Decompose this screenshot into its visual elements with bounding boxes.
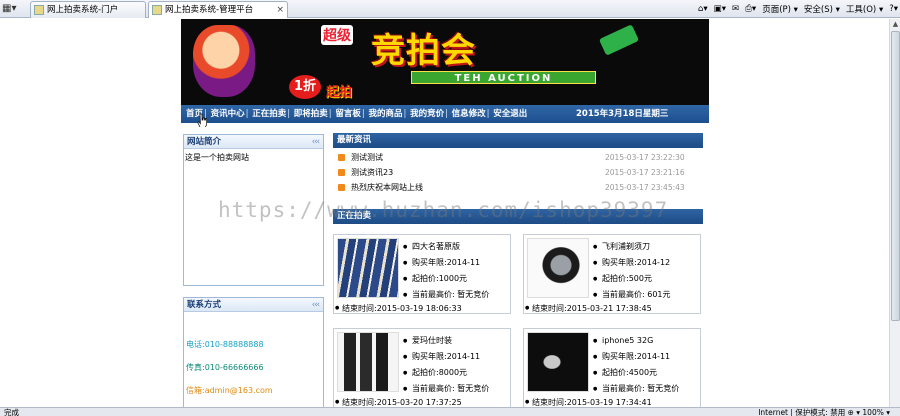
news-item[interactable]: 测试测试 2015-03-17 23:22:30 [333,150,703,165]
item-image[interactable] [337,238,399,298]
browser-tab-admin[interactable]: 网上拍卖系统-管理平台 × [148,1,288,18]
status-text: 完成 [4,408,19,416]
page-icon [152,5,162,15]
news-item[interactable]: 测试资讯23 2015-03-17 23:21:16 [333,165,703,180]
vertical-scrollbar[interactable]: ▲ [889,19,900,407]
item-current-price: 当前最高价: 暂无竞价 [403,287,489,303]
item-current-price: 当前最高价: 暂无竞价 [593,381,679,397]
watermark-text: https://www.huzhan.com/ishop39397 [218,198,669,222]
item-start-price: 起拍价:500元 [593,271,671,287]
intro-text: 这是一个拍卖网站 [185,153,249,162]
nav-message-board[interactable]: 留言板 [335,109,361,119]
item-start-price: 起拍价:8000元 [403,365,489,381]
contact-phone: 电话:010-88888888 [186,340,264,349]
banner-discount: 1折 [289,75,321,99]
arrow-bullet-icon [338,169,345,176]
news-item[interactable]: 热烈庆祝本网站上线 2015-03-17 23:45:43 [333,180,703,195]
contact-fax: 传真:010-66666666 [186,363,264,372]
browser-tab-portal[interactable]: 网上拍卖系统-门户 [30,1,146,18]
item-current-price: 当前最高价: 601元 [593,287,671,303]
banner-english: TEH AUCTION [411,71,596,84]
item-image[interactable] [337,332,399,392]
banner-title: 竞拍会 [371,31,476,71]
nav-my-bids[interactable]: 我的竞价 [410,109,444,119]
item-name[interactable]: 爱玛仕时装 [403,333,489,349]
main-nav: 首页| 资讯中心| 正在拍卖| 即将拍卖| 留言板| 我的商品| 我的竞价| 信… [181,105,709,123]
tab-label: 网上拍卖系统-门户 [47,5,119,15]
item-name[interactable]: 飞利浦剃须刀 [593,239,671,255]
auction-card[interactable]: iphone5 32G 购买年限:2014-11 起拍价:4500元 当前最高价… [523,328,701,408]
item-buy-year: 购买年限:2014-11 [403,255,489,271]
help-menu[interactable]: ?▾ [889,4,898,14]
auction-card[interactable]: 四大名著原版 购买年限:2014-11 起拍价:1000元 当前最高价: 暂无竞… [333,234,511,314]
item-buy-year: 购买年限:2014-11 [403,349,489,365]
item-buy-year: 购买年限:2014-12 [593,255,671,271]
gavel-icon [598,24,640,56]
auction-card[interactable]: 爱玛仕时装 购买年限:2014-11 起拍价:8000元 当前最高价: 暂无竞价… [333,328,511,408]
nav-upcoming[interactable]: 即将拍卖 [294,109,328,119]
feeds-icon[interactable]: ▣▾ [714,4,726,14]
banner-qipai: 起拍 [326,85,353,100]
news-item-title[interactable]: 热烈庆祝本网站上线 [351,183,423,192]
news-title: 最新资讯 [337,135,372,145]
tools-menu[interactable]: 工具(O) ▾ [846,3,883,15]
contact-email: 信箱:admin@163.com [186,386,273,395]
mail-icon[interactable]: ✉ [732,4,739,14]
item-end-time: 结束时间:2015-03-21 17:38:45 [524,303,652,314]
item-buy-year: 购买年限:2014-11 [593,349,679,365]
news-header: 最新资讯 [333,133,703,148]
item-name[interactable]: iphone5 32G [593,333,679,349]
item-image[interactable] [527,332,589,392]
quick-tabs-icon[interactable]: ▦▾ [2,2,28,16]
print-icon[interactable]: ⎙▾ [745,4,756,14]
nav-logout[interactable]: 安全退出 [493,109,527,119]
more-icon[interactable]: ‹‹‹ [312,298,320,312]
item-start-price: 起拍价:1000元 [403,271,489,287]
hand-cursor-icon [197,113,207,127]
news-list: 测试测试 2015-03-17 23:22:30 测试资讯23 2015-03-… [333,150,703,195]
command-bar: ⌂▾ ▣▾ ✉ ⎙▾ 页面(P) ▾ 安全(S) ▾ 工具(O) ▾ ?▾ [698,1,898,17]
home-icon[interactable]: ⌂▾ [698,4,708,14]
page-menu[interactable]: 页面(P) ▾ [762,3,798,15]
browser-tab-strip: ▦▾ 网上拍卖系统-门户 网上拍卖系统-管理平台 × ⌂▾ ▣▾ ✉ ⎙▾ 页面… [0,0,900,18]
item-name[interactable]: 四大名著原版 [403,239,489,255]
contact-title: 联系方式 [187,300,222,310]
safety-menu[interactable]: 安全(S) ▾ [804,3,840,15]
banner-super-text: 超级 [321,25,353,45]
news-item-title[interactable]: 测试测试 [351,153,383,162]
nav-my-items[interactable]: 我的商品 [368,109,402,119]
page-icon [34,5,44,15]
news-item-time: 2015-03-17 23:22:30 [605,153,685,162]
arrow-bullet-icon [338,184,345,191]
status-bar: 完成 Internet | 保护模式: 禁用 ⊕ ▾ 100% ▾ [0,407,900,416]
scroll-thumb[interactable] [891,31,900,321]
more-icon[interactable]: ‹‹‹ [312,135,320,149]
contact-header: 联系方式 ‹‹‹ [184,298,323,312]
item-start-price: 起拍价:4500元 [593,365,679,381]
scroll-up-icon[interactable]: ▲ [891,19,900,29]
tab-label: 网上拍卖系统-管理平台 [165,5,254,15]
news-item-time: 2015-03-17 23:45:43 [605,183,685,192]
item-current-price: 当前最高价: 暂无竞价 [403,381,489,397]
mascot-image [193,25,255,97]
nav-auctioning[interactable]: 正在拍卖 [252,109,286,119]
news-item-time: 2015-03-17 23:21:16 [605,168,685,177]
arrow-bullet-icon [338,154,345,161]
item-end-time: 结束时间:2015-03-19 18:06:33 [334,303,462,314]
item-image[interactable] [527,238,589,298]
news-item-title[interactable]: 测试资讯23 [351,168,393,177]
intro-title: 网站简介 [187,137,222,147]
zone-status[interactable]: Internet | 保护模式: 禁用 ⊕ ▾ 100% ▾ [758,408,890,416]
intro-header: 网站简介 ‹‹‹ [184,135,323,149]
close-tab-icon[interactable]: × [276,2,284,18]
auction-card[interactable]: 飞利浦剃须刀 购买年限:2014-12 起拍价:500元 当前最高价: 601元… [523,234,701,314]
nav-edit-info[interactable]: 信息修改 [452,109,486,119]
nav-news-center[interactable]: 资讯中心 [211,109,245,119]
site-banner: 超级 竞拍会 TEH AUCTION 1折 起拍 [181,19,709,105]
current-date: 2015年3月18日星期三 [576,109,669,119]
